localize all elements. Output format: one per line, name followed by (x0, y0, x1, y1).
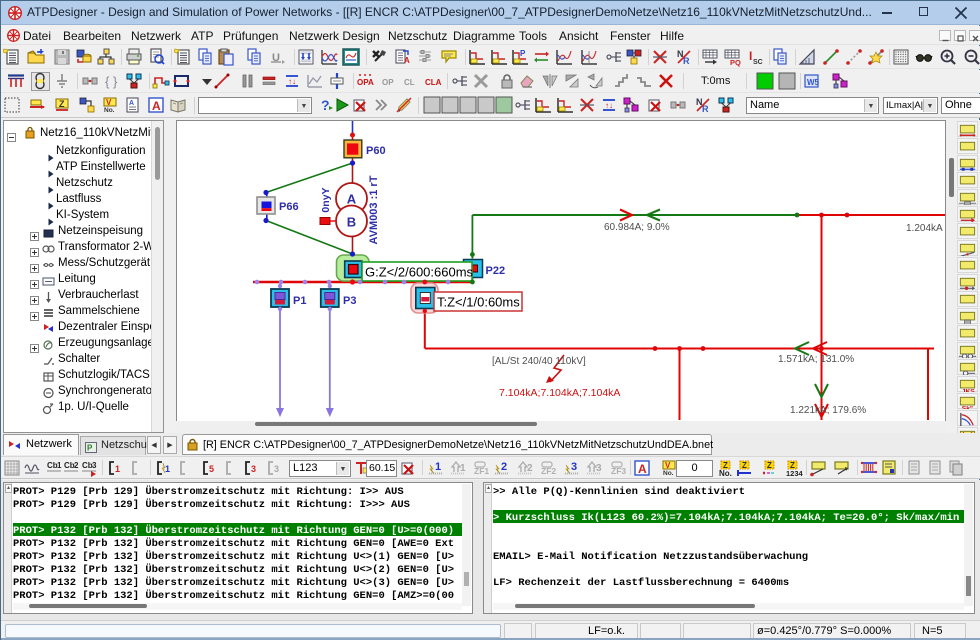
svg-text:1.221kA; 179.6%: 1.221kA; 179.6% (790, 405, 866, 416)
svg-text:2: 2 (527, 463, 533, 474)
svg-text:A: A (638, 462, 647, 476)
svg-text:SC: SC (753, 59, 763, 66)
svg-text:1: 1 (460, 463, 466, 474)
svg-text:0nyY: 0nyY (320, 187, 332, 212)
svg-text:ZF3: ZF3 (611, 466, 626, 476)
svg-text:B: B (347, 215, 356, 230)
svg-text:1.571kA; 131.0%: 1.571kA; 131.0% (778, 354, 854, 365)
svg-text:3: 3 (571, 461, 577, 473)
svg-text:I: I (749, 49, 752, 63)
svg-text:CL: CL (404, 78, 415, 87)
svg-text:P: P (520, 49, 526, 58)
svg-text:JKS: JKS (962, 389, 975, 392)
svg-text:P3: P3 (343, 295, 356, 307)
svg-text:1234: 1234 (786, 469, 803, 478)
svg-text:3: 3 (596, 463, 602, 474)
svg-text:V: V (665, 461, 671, 470)
svg-text:2: 2 (74, 461, 79, 470)
svg-text:ZF2: ZF2 (541, 466, 556, 476)
svg-text:P60: P60 (366, 145, 386, 157)
svg-text:No.: No. (663, 470, 674, 477)
svg-text:G:Z</2/600:660ms: G:Z</2/600:660ms (365, 265, 474, 280)
svg-text:Z: Z (59, 99, 65, 109)
svg-text:?: ? (321, 97, 330, 113)
svg-text:5: 5 (209, 464, 214, 474)
svg-text:[AL/St 240/40 110kV]: [AL/St 240/40 110kV] (492, 356, 586, 367)
svg-text:1: 1 (165, 464, 170, 474)
svg-text:P66: P66 (279, 201, 299, 213)
svg-text:2: 2 (501, 461, 507, 473)
svg-text:60.984A; 9.0%: 60.984A; 9.0% (604, 222, 670, 233)
svg-text:T:Z</1/0:60ms: T:Z</1/0:60ms (437, 295, 520, 310)
svg-text:AVM003 :1 rT: AVM003 :1 rT (368, 175, 380, 244)
svg-text:No.: No. (104, 107, 115, 114)
svg-text:CLA: CLA (425, 78, 442, 87)
svg-text:1.204kA: 1.204kA (906, 223, 943, 234)
svg-text:7.104kA;7.104kA;7.104kA: 7.104kA;7.104kA;7.104kA (499, 387, 620, 399)
svg-text:3: 3 (251, 464, 256, 474)
svg-text:1: 1 (115, 464, 120, 474)
svg-text:Z: Z (742, 461, 747, 470)
svg-text:↑↓: ↑↓ (288, 77, 296, 86)
svg-text:↑↓: ↑↓ (605, 101, 613, 110)
svg-text:Sk": Sk" (962, 406, 973, 409)
svg-text:ZF1: ZF1 (474, 466, 489, 476)
svg-text:PQ: PQ (730, 58, 741, 67)
svg-text:P: P (87, 444, 93, 453)
svg-text:W5: W5 (807, 78, 820, 87)
svg-text:3: 3 (274, 464, 279, 474)
svg-text:A: A (404, 56, 410, 65)
svg-text:3: 3 (92, 461, 97, 470)
svg-text:P22: P22 (486, 265, 506, 277)
svg-text:A: A (129, 100, 134, 107)
svg-text:1: 1 (57, 461, 62, 470)
svg-text:{: { (105, 74, 110, 89)
svg-text:OP: OP (382, 78, 394, 87)
svg-text:P1: P1 (293, 295, 306, 307)
svg-text:V: V (106, 98, 112, 107)
svg-text:OPA: OPA (357, 78, 374, 87)
svg-text:1: 1 (435, 461, 441, 473)
svg-text:No.: No. (719, 469, 732, 478)
svg-text:}: } (113, 74, 118, 89)
svg-text:A: A (347, 192, 357, 207)
svg-text:Z: Z (767, 461, 772, 470)
svg-text:A: A (152, 99, 161, 113)
